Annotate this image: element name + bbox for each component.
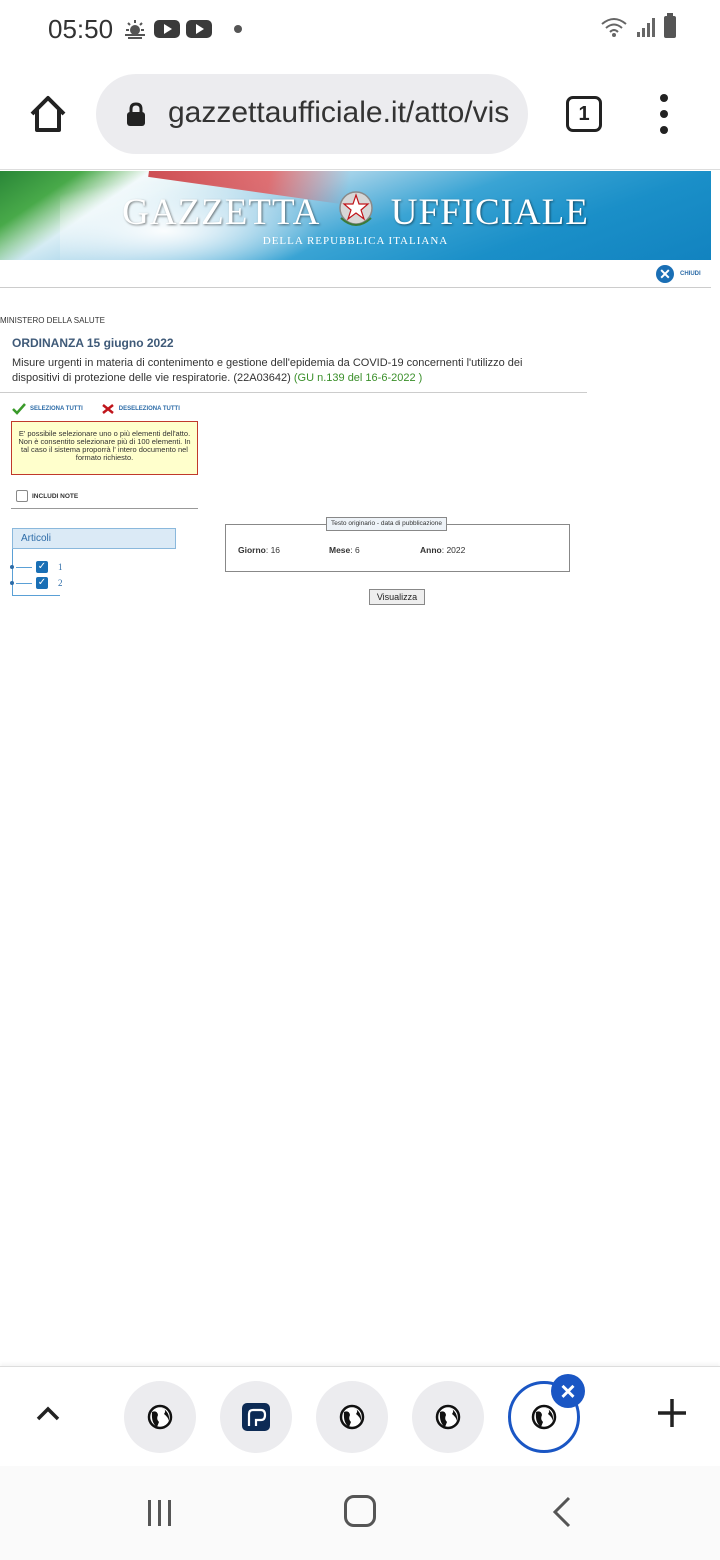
back-icon[interactable]: [552, 1496, 572, 1528]
month-field: Mese: 6: [329, 545, 360, 555]
youtube-icon: [186, 20, 212, 38]
new-tab-icon[interactable]: [656, 1397, 688, 1429]
tab-thumbnail[interactable]: [220, 1381, 292, 1453]
notification-icons: [122, 18, 242, 40]
status-time: 05:50: [48, 14, 114, 44]
deselect-all-label: DESELEZIONA TUTTI: [118, 406, 180, 412]
tab-switcher-button[interactable]: 1: [566, 96, 602, 132]
navigation-bar: [0, 1466, 720, 1560]
home-icon[interactable]: [26, 92, 70, 136]
month-value: : 6: [350, 545, 360, 555]
selection-warning: E' possibile selezionare uno o più eleme…: [11, 421, 198, 475]
globe-icon: [435, 1404, 461, 1430]
article-number[interactable]: 2: [58, 578, 63, 588]
article-checkbox[interactable]: ✓: [36, 561, 48, 573]
view-button[interactable]: Visualizza: [369, 589, 425, 605]
gazette-reference: (GU n.139 del 16-6-2022 ): [293, 372, 423, 384]
web-page: GAZZETTA UFFICIALE DELLA REPUBBLICA ITAL…: [0, 171, 720, 1366]
check-icon: [12, 403, 26, 415]
deselect-all-link[interactable]: DESELEZIONA TUTTI: [101, 403, 180, 415]
globe-icon: [531, 1404, 557, 1430]
publication-date-legend: Testo originario - data di pubblicazione: [326, 517, 447, 531]
divider: [0, 392, 587, 393]
divider: [11, 508, 198, 509]
banner-title-right: UFFICIALE: [390, 192, 589, 233]
tab-thumbnail[interactable]: [412, 1381, 484, 1453]
system-icons: [600, 13, 676, 38]
select-all-link[interactable]: SELEZIONA TUTTI: [12, 403, 83, 415]
article-number[interactable]: 1: [58, 562, 63, 572]
url-text: gazzettaufficiale.it/atto/vis: [168, 96, 510, 129]
act-description: Misure urgenti in materia di conteniment…: [12, 356, 572, 386]
uncheck-icon: [102, 404, 114, 414]
close-tab-icon[interactable]: ×: [551, 1374, 585, 1408]
tree-node-icon: [8, 563, 16, 571]
gazzetta-banner: GAZZETTA UFFICIALE DELLA REPUBBLICA ITAL…: [0, 171, 711, 260]
act-description-text: Misure urgenti in materia di conteniment…: [12, 357, 523, 384]
recent-apps-icon[interactable]: [146, 1498, 174, 1526]
select-all-label: SELEZIONA TUTTI: [30, 406, 83, 412]
globe-icon: [339, 1404, 365, 1430]
divider: [0, 287, 711, 288]
include-notes-label: INCLUDI NOTE: [32, 492, 79, 500]
chevron-up-icon[interactable]: [34, 1403, 62, 1423]
articles-heading[interactable]: Articoli: [12, 528, 176, 549]
close-link[interactable]: ✕ CHIUDI: [656, 265, 701, 283]
home-nav-icon[interactable]: [344, 1495, 376, 1527]
lock-icon: [127, 102, 145, 126]
tab-strip: [0, 1366, 720, 1466]
day-label: Giorno: [238, 545, 266, 555]
include-notes-option[interactable]: INCLUDI NOTE: [16, 490, 78, 502]
wifi-icon: [601, 18, 627, 37]
ministry-label: MINISTERO DELLA SALUTE: [0, 316, 105, 325]
act-title: ORDINANZA 15 giugno 2022: [12, 336, 174, 350]
day-value: : 16: [265, 545, 281, 555]
close-icon: ✕: [656, 265, 674, 283]
menu-icon[interactable]: [656, 94, 672, 134]
year-label: Anno: [420, 545, 442, 555]
close-label: CHIUDI: [680, 271, 701, 277]
selection-controls: SELEZIONA TUTTI DESELEZIONA TUTTI: [12, 403, 180, 415]
tab-thumbnail[interactable]: [124, 1381, 196, 1453]
weather-icon: [125, 20, 145, 39]
banner-subtitle: DELLA REPUBBLICA ITALIANA: [262, 235, 449, 247]
year-field: Anno: 2022: [420, 545, 465, 555]
signal-icon: [637, 18, 655, 37]
more-notifications-icon: [234, 25, 242, 33]
republic-emblem-icon: [339, 191, 373, 226]
article-item[interactable]: ✓ 1: [8, 561, 63, 573]
year-value: : 2022: [441, 545, 466, 555]
globe-icon: [147, 1404, 173, 1430]
banner-title-left: GAZZETTA: [122, 192, 319, 233]
article-item[interactable]: ✓ 2: [8, 577, 63, 589]
article-checkbox[interactable]: ✓: [36, 577, 48, 589]
address-bar[interactable]: gazzettaufficiale.it/atto/vis: [96, 74, 528, 154]
day-field: Giorno: 16: [238, 545, 280, 555]
battery-icon: [664, 13, 676, 38]
status-bar: 05:50: [0, 0, 720, 60]
tab-thumbnail[interactable]: [316, 1381, 388, 1453]
month-label: Mese: [329, 545, 351, 555]
app-icon: [242, 1403, 270, 1431]
tree-node-icon: [8, 579, 16, 587]
browser-toolbar: gazzettaufficiale.it/atto/vis 1: [0, 60, 720, 170]
youtube-icon: [154, 20, 180, 38]
include-notes-checkbox[interactable]: [16, 490, 28, 502]
